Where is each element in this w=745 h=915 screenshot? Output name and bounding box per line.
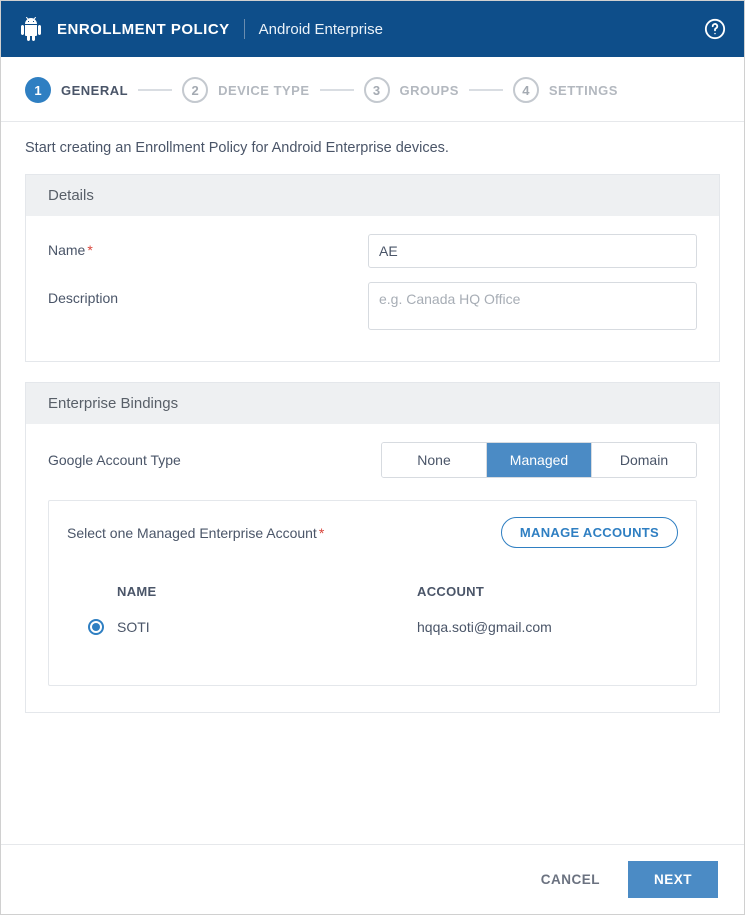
details-panel-header: Details bbox=[26, 175, 719, 216]
step-number: 4 bbox=[513, 77, 539, 103]
cancel-button[interactable]: CANCEL bbox=[533, 862, 608, 897]
step-number: 1 bbox=[25, 77, 51, 103]
account-type-label: Google Account Type bbox=[48, 452, 368, 468]
select-account-label: Select one Managed Enterprise Account* bbox=[67, 525, 324, 541]
account-type-managed[interactable]: Managed bbox=[486, 443, 591, 477]
step-label: GENERAL bbox=[61, 83, 128, 98]
account-email: hqqa.soti@gmail.com bbox=[417, 619, 670, 635]
header-title-main: ENROLLMENT POLICY bbox=[57, 21, 230, 38]
help-icon[interactable] bbox=[704, 18, 726, 40]
step-number: 2 bbox=[182, 77, 208, 103]
name-input[interactable] bbox=[368, 234, 697, 268]
header-title-sub: Android Enterprise bbox=[259, 21, 383, 38]
footer-bar: CANCEL NEXT bbox=[1, 844, 744, 914]
header-title-separator bbox=[244, 19, 245, 39]
step-connector bbox=[138, 89, 172, 91]
account-type-domain[interactable]: Domain bbox=[591, 443, 696, 477]
description-input[interactable] bbox=[368, 282, 697, 330]
wizard-stepper: 1 GENERAL 2 DEVICE TYPE 3 GROUPS 4 SETTI… bbox=[1, 57, 744, 122]
account-type-none[interactable]: None bbox=[382, 443, 486, 477]
step-label: GROUPS bbox=[400, 83, 459, 98]
android-icon bbox=[19, 17, 43, 41]
details-panel: Details Name* Description bbox=[25, 174, 720, 362]
accounts-table: NAME ACCOUNT SOTI hqqa.soti@gmail.com bbox=[67, 574, 678, 645]
account-name: SOTI bbox=[117, 619, 417, 635]
header-bar: ENROLLMENT POLICY Android Enterprise bbox=[1, 1, 744, 57]
step-connector bbox=[469, 89, 503, 91]
table-row[interactable]: SOTI hqqa.soti@gmail.com bbox=[67, 609, 678, 645]
step-number: 3 bbox=[364, 77, 390, 103]
bindings-panel: Enterprise Bindings Google Account Type … bbox=[25, 382, 720, 713]
step-label: SETTINGS bbox=[549, 83, 618, 98]
name-label: Name* bbox=[48, 234, 368, 258]
content-area: Start creating an Enrollment Policy for … bbox=[1, 122, 744, 844]
manage-accounts-button[interactable]: MANAGE ACCOUNTS bbox=[501, 517, 678, 548]
next-button[interactable]: NEXT bbox=[628, 861, 718, 898]
table-header-row: NAME ACCOUNT bbox=[67, 574, 678, 609]
step-settings[interactable]: 4 SETTINGS bbox=[513, 77, 618, 103]
account-type-segmented: None Managed Domain bbox=[381, 442, 697, 478]
bindings-panel-header: Enterprise Bindings bbox=[26, 383, 719, 424]
step-general[interactable]: 1 GENERAL bbox=[25, 77, 128, 103]
description-label: Description bbox=[48, 282, 368, 306]
radio-selected-icon bbox=[92, 623, 100, 631]
step-connector bbox=[320, 89, 354, 91]
column-name: NAME bbox=[117, 584, 417, 599]
step-groups[interactable]: 3 GROUPS bbox=[364, 77, 459, 103]
step-device-type[interactable]: 2 DEVICE TYPE bbox=[182, 77, 309, 103]
account-radio[interactable] bbox=[88, 619, 104, 635]
column-account: ACCOUNT bbox=[417, 584, 670, 599]
step-label: DEVICE TYPE bbox=[218, 83, 309, 98]
intro-text: Start creating an Enrollment Policy for … bbox=[25, 140, 720, 156]
managed-account-card: Select one Managed Enterprise Account* M… bbox=[48, 500, 697, 686]
